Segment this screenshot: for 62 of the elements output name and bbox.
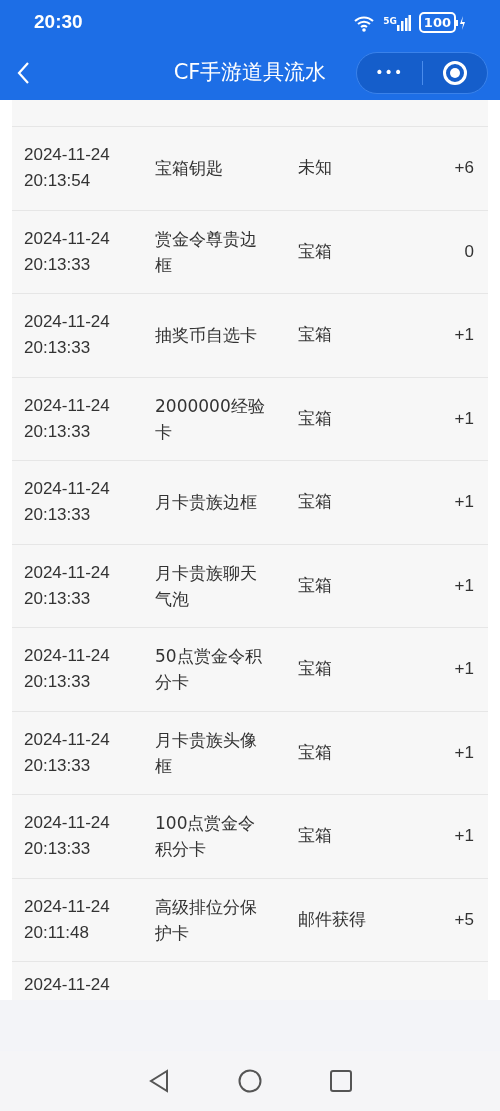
home-icon[interactable] — [238, 1069, 262, 1093]
item-source: 宝箱 — [298, 492, 332, 512]
item-source: 宝箱 — [298, 742, 332, 762]
item-amount: +1 — [454, 575, 474, 595]
item-amount: +1 — [454, 492, 474, 512]
row-time: 20:13:33 — [24, 337, 92, 360]
item-amount: +5 — [454, 909, 474, 929]
page-title: CF手游道具流水 — [173, 58, 327, 86]
item-name: 100点赏金令积分卡 — [155, 813, 256, 860]
row-date: 2024-11-24 — [24, 645, 111, 668]
row-date: 2024-11-24 — [24, 478, 111, 501]
row-time: 20:13:33 — [24, 420, 92, 443]
item-amount: +1 — [454, 408, 474, 428]
item-amount: +1 — [454, 826, 474, 846]
row-date: 2024-11-24 — [24, 227, 111, 250]
status-time: 20:30 — [34, 10, 83, 35]
item-name: 50点赏金令积分卡 — [155, 646, 262, 693]
wifi-icon — [353, 13, 376, 32]
back-button[interactable] — [16, 60, 30, 85]
item-name: 月卡贵族聊天气泡 — [155, 562, 257, 609]
recents-icon[interactable] — [330, 1070, 352, 1092]
row-time: 20:13:33 — [24, 838, 92, 861]
more-button[interactable]: ••• — [375, 62, 404, 83]
row-time: 20:13:33 — [24, 754, 92, 777]
item-amount: +1 — [454, 742, 474, 762]
item-amount: 0 — [464, 241, 474, 261]
item-name: 抽奖币自选卡 — [155, 325, 257, 346]
item-source: 宝箱 — [298, 659, 332, 679]
item-name: 月卡贵族边框 — [155, 492, 257, 513]
row-time: 20:13:33 — [24, 587, 92, 610]
item-source: 宝箱 — [298, 408, 332, 428]
close-target-icon[interactable] — [441, 59, 468, 86]
row-time: 20:11:48 — [24, 921, 90, 944]
item-amount: +1 — [454, 659, 474, 679]
item-name: 月卡贵族头像框 — [155, 729, 257, 776]
row-date: 2024-11-24 — [24, 394, 111, 417]
row-time: 20:13:33 — [24, 253, 92, 276]
item-source: 宝箱 — [298, 325, 332, 345]
row-date: 2024-11-24 — [24, 728, 111, 751]
item-source: 宝箱 — [298, 826, 332, 846]
row-time: 20:13:33 — [24, 504, 92, 527]
row-date: 2024-11-24 — [24, 144, 111, 167]
row-date: 2024-11-24 — [24, 311, 111, 334]
row-date: 2024-11-24 — [24, 561, 111, 584]
item-name: 高级排位分保护卡 — [155, 896, 257, 943]
row-time: 20:13:54 — [24, 170, 92, 193]
item-name: 2000000经验卡 — [155, 395, 265, 442]
item-amount: +6 — [454, 158, 474, 178]
item-name: 赏金令尊贵边框 — [155, 228, 257, 275]
signal-indicator: 5G — [383, 14, 411, 31]
battery-indicator: 100 — [418, 12, 466, 33]
back-icon[interactable] — [148, 1069, 170, 1093]
row-date: 2024-11-24 — [24, 895, 111, 918]
item-source: 未知 — [298, 158, 332, 178]
item-source: 宝箱 — [298, 241, 332, 261]
row-time: 20:13:33 — [24, 671, 92, 694]
row-date: 2024-11-24 — [24, 812, 111, 835]
item-amount: +1 — [454, 325, 474, 345]
item-name: 宝箱钥匙 — [155, 158, 223, 179]
row-date: 2024-11-24 — [24, 974, 111, 996]
item-source: 宝箱 — [298, 575, 332, 595]
item-source: 邮件获得 — [298, 909, 366, 929]
